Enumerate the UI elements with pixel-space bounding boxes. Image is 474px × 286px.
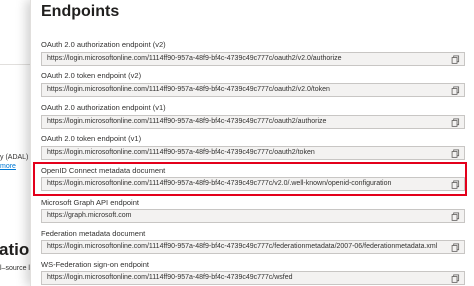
endpoint-label: WS-Federation sign-on endpoint <box>41 260 149 269</box>
panel-title: Endpoints <box>41 3 120 20</box>
copy-icon[interactable] <box>451 243 460 252</box>
copy-icon[interactable] <box>451 149 460 158</box>
endpoint-field[interactable]: https://login.microsoftonline.com/1114ff… <box>41 146 465 160</box>
endpoint-field[interactable]: https://login.microsoftonline.com/1114ff… <box>41 115 465 129</box>
divider <box>0 64 34 65</box>
endpoint-value[interactable]: https://login.microsoftonline.com/1114ff… <box>47 86 330 93</box>
endpoint-field[interactable]: https://login.microsoftonline.com/1114ff… <box>41 83 465 97</box>
copy-icon[interactable] <box>451 274 460 283</box>
copy-icon[interactable] <box>451 212 460 221</box>
endpoint-value[interactable]: https://login.microsoftonline.com/1114ff… <box>47 118 326 125</box>
more-link[interactable]: more <box>0 163 16 170</box>
copy-icon[interactable] <box>451 86 460 95</box>
copy-icon[interactable] <box>451 180 460 189</box>
endpoint-field[interactable]: https://login.microsoftonline.com/1114ff… <box>41 52 465 66</box>
endpoint-value[interactable]: https://graph.microsoft.com <box>47 212 131 219</box>
copy-icon[interactable] <box>451 55 460 64</box>
endpoint-field[interactable]: https://graph.microsoft.com <box>41 209 465 223</box>
endpoints-panel: Endpoints OAuth 2.0 authorization endpoi… <box>30 0 474 286</box>
endpoint-label: OAuth 2.0 token endpoint (v1) <box>41 134 142 143</box>
app-window: y (ADAL) a more ation v l–source li Endp… <box>0 0 474 286</box>
endpoint-label: Microsoft Graph API endpoint <box>41 198 139 207</box>
endpoint-label: Federation metadata document <box>41 229 146 238</box>
endpoint-value[interactable]: https://login.microsoftonline.com/1114ff… <box>47 55 342 62</box>
endpoint-field[interactable]: https://login.microsoftonline.com/1114ff… <box>41 271 465 285</box>
endpoint-value[interactable]: https://login.microsoftonline.com/1114ff… <box>47 243 437 250</box>
endpoint-label: OpenID Connect metadata document <box>41 166 166 175</box>
copy-icon[interactable] <box>451 118 460 127</box>
endpoint-label: OAuth 2.0 token endpoint (v2) <box>41 71 142 80</box>
endpoint-value[interactable]: https://login.microsoftonline.com/1114ff… <box>47 180 391 187</box>
endpoint-value[interactable]: https://login.microsoftonline.com/1114ff… <box>47 274 293 281</box>
endpoint-label: OAuth 2.0 authorization endpoint (v2) <box>41 40 166 49</box>
endpoint-field[interactable]: https://login.microsoftonline.com/1114ff… <box>41 240 465 254</box>
background-subtext: l–source li <box>0 265 32 272</box>
endpoint-label: OAuth 2.0 authorization endpoint (v1) <box>41 103 166 112</box>
openid-metadata-field[interactable]: https://login.microsoftonline.com/1114ff… <box>41 177 465 191</box>
endpoint-value[interactable]: https://login.microsoftonline.com/1114ff… <box>47 149 315 156</box>
